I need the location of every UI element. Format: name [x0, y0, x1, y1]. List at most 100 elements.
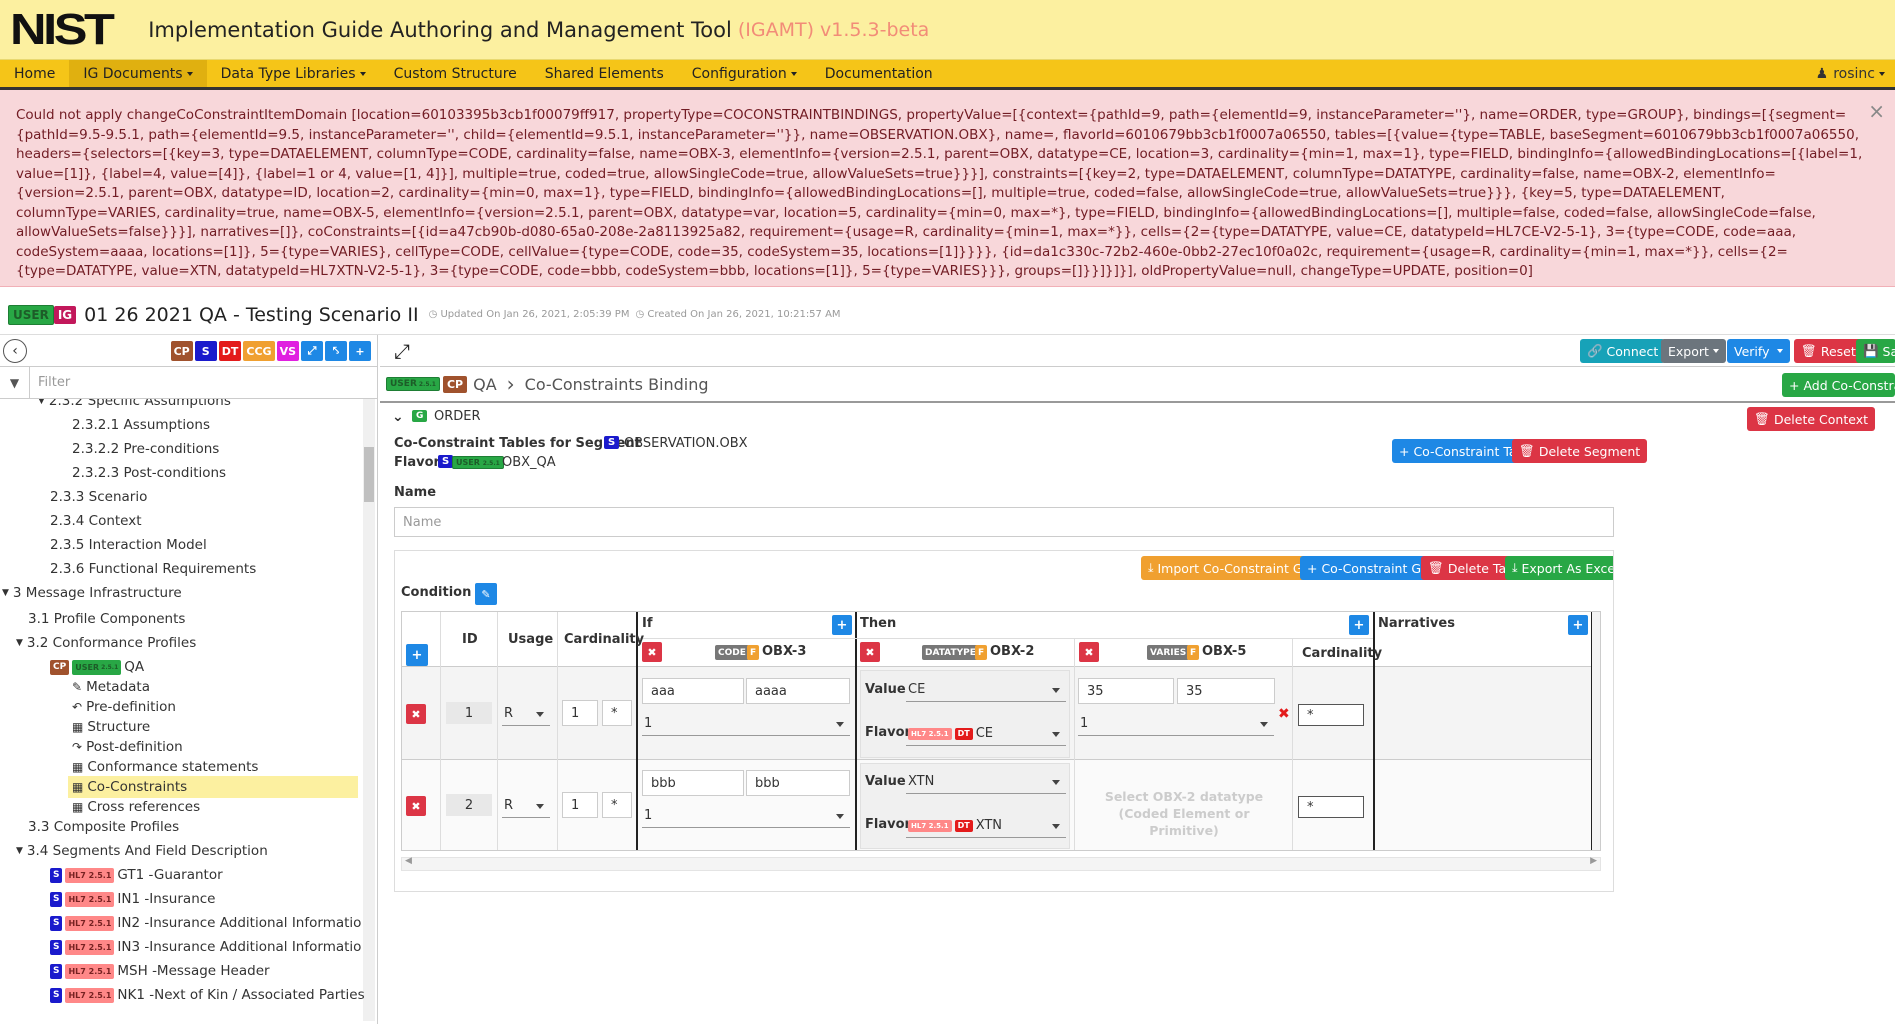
export-excel-button[interactable]: ⤓ Export As Excel [1505, 556, 1613, 580]
scrollbar-thumb[interactable] [364, 447, 374, 502]
tree-item[interactable]: ↷ Post-definition [72, 736, 183, 758]
breadcrumb-profile[interactable]: QA [473, 375, 497, 394]
tree-item[interactable]: S HL7 2.5.1 NK1 -Next of Kin / Associated … [50, 984, 365, 1006]
chevron-down-icon[interactable]: ⌄ [392, 409, 404, 425]
tree-item[interactable]: 2.3.3 Scenario [50, 486, 147, 508]
clear-icon[interactable]: ✖ [1278, 706, 1290, 722]
nav-configuration[interactable]: Configuration [678, 60, 811, 87]
remove-obx5-button[interactable]: ✖ [1079, 642, 1099, 662]
nav-custom-structure[interactable]: Custom Structure [380, 60, 531, 87]
tree-item[interactable]: 2.3.6 Functional Requirements [50, 558, 256, 580]
export-button[interactable]: Export [1661, 339, 1726, 363]
varies-system-input[interactable]: 35 [1177, 678, 1275, 704]
save-button[interactable]: 💾 Sav [1856, 339, 1895, 363]
usage-select[interactable]: R [502, 702, 550, 726]
user-menu[interactable]: ♟ rosinc [1816, 60, 1885, 87]
caret-down-icon[interactable]: ▼ [38, 399, 45, 406]
tree-item[interactable]: ▼ 3.2 Conformance Profiles [16, 632, 196, 654]
toggle-dt-button[interactable]: DT [218, 341, 242, 361]
delete-context-button[interactable]: 🗑 Delete Context [1747, 407, 1875, 431]
verify-button[interactable]: Verify [1727, 339, 1791, 363]
remove-obx2-button[interactable]: ✖ [860, 642, 880, 662]
code-system-input[interactable]: bbb [746, 770, 850, 796]
add-icon[interactable]: + [349, 341, 371, 361]
tree-item[interactable]: 3.1 Profile Components [28, 608, 185, 630]
expand-icon[interactable]: ⤢ [301, 341, 323, 361]
tree-item[interactable]: ▦ Conformance statements [72, 756, 258, 778]
nav-documentation[interactable]: Documentation [811, 60, 947, 87]
nav-shared-elements[interactable]: Shared Elements [531, 60, 678, 87]
edit-condition-button[interactable]: ✎ [475, 583, 497, 605]
tree-item[interactable]: ▼ 2.3.2 Specific Assumptions [38, 399, 231, 412]
delete-row-button[interactable]: ✖ [406, 704, 426, 724]
varies-code-input[interactable]: 35 [1078, 678, 1174, 704]
caret-down-icon[interactable]: ▼ [16, 638, 23, 648]
card-min-input[interactable]: 1 [562, 700, 598, 726]
tree-item[interactable]: S HL7 2.5.1 GT1 -Guarantor [50, 864, 223, 886]
code-input[interactable]: aaa [642, 678, 744, 704]
close-icon[interactable]: × [1868, 101, 1885, 122]
card-min-input[interactable]: 1 [562, 792, 598, 818]
tree-item[interactable]: S HL7 2.5.1 IN2 -Insurance Additional Info… [50, 912, 361, 934]
datatype-value-select[interactable]: CE [906, 678, 1066, 702]
remove-obx3-button[interactable]: ✖ [642, 642, 662, 662]
datatype-flavor-select[interactable]: HL7 2.5.1 DT CE [906, 722, 1066, 746]
varies-location-select[interactable]: 1 [1078, 712, 1274, 736]
collapse-icon[interactable]: ⤣ [325, 341, 347, 361]
tree-item[interactable]: S HL7 2.5.1 IN3 -Insurance Additional Info… [50, 936, 361, 958]
tree-scrollbar[interactable] [363, 399, 375, 1021]
toggle-vs-button[interactable]: VS [276, 341, 299, 361]
tree-item[interactable]: ▦ Co-Constraints [68, 776, 358, 798]
breadcrumb-page: Co-Constraints Binding [524, 374, 709, 394]
add-then-column-button[interactable]: + [1349, 615, 1369, 635]
add-row-button[interactable]: + [406, 644, 428, 666]
nav-ig-documents[interactable]: IG Documents [69, 60, 207, 87]
datatype-flavor-select[interactable]: HL7 2.5.1 DT XTN [906, 814, 1066, 838]
cardinality-input[interactable]: * [1298, 796, 1364, 818]
datatype-value-select[interactable]: XTN [906, 770, 1066, 794]
delete-row-button[interactable]: ✖ [406, 796, 426, 816]
filter-input[interactable]: Filter [30, 375, 70, 390]
reset-button[interactable]: 🗑 Reset [1794, 339, 1863, 363]
nav-home[interactable]: Home [0, 60, 69, 87]
caret-down-icon[interactable]: ▼ [16, 846, 23, 856]
cardinality-input[interactable]: * [1298, 704, 1364, 726]
tree-item[interactable]: ▦ Structure [72, 716, 150, 738]
code-system-input[interactable]: aaaa [746, 678, 850, 704]
toggle-cp-button[interactable]: CP [170, 341, 193, 361]
tree-item[interactable]: 2.3.2.1 Assumptions [72, 414, 210, 436]
horizontal-scrollbar[interactable]: ◀ ▶ [401, 856, 1601, 871]
toggle-s-button[interactable]: S [194, 341, 217, 361]
tree-item[interactable]: ▦ Cross references [72, 796, 200, 818]
tree-item[interactable]: 2.3.4 Context [50, 510, 142, 532]
tree-item[interactable]: 2.3.5 Interaction Model [50, 534, 207, 556]
tree-item[interactable]: S HL7 2.5.1 IN1 -Insurance [50, 888, 215, 910]
delete-segment-button[interactable]: 🗑 Delete Segment [1512, 439, 1648, 463]
add-cc-table-binding-button[interactable]: + Add Co-Constraint Table Bindin [1782, 373, 1895, 397]
tree-item[interactable]: 3.3 Composite Profiles [28, 816, 179, 838]
name-input[interactable]: Name [394, 507, 1614, 537]
add-narrative-column-button[interactable]: + [1568, 615, 1588, 635]
tree-item[interactable]: ▼ 3 Message Infrastructure [2, 582, 182, 604]
card-max-input[interactable]: * [602, 700, 632, 726]
fullscreen-icon[interactable]: ⤢ [394, 339, 410, 363]
location-select[interactable]: 1 [642, 804, 850, 828]
caret-down-icon[interactable]: ▼ [2, 588, 9, 598]
add-if-column-button[interactable]: + [832, 615, 852, 635]
nav-datatype-libraries[interactable]: Data Type Libraries [207, 60, 380, 87]
tree-item[interactable]: ✎ Metadata [72, 676, 150, 698]
card-max-input[interactable]: * [602, 792, 632, 818]
toggle-ccg-button[interactable]: CCG [243, 341, 275, 361]
tree-item[interactable]: CP USER 2.5.1 QA [50, 656, 144, 678]
connect-button[interactable]: 🔗 Connect [1580, 339, 1666, 363]
tree-item[interactable]: ▼ 3.4 Segments And Field Description [16, 840, 268, 862]
tree-item[interactable]: 2.3.2.3 Post-conditions [72, 462, 226, 484]
code-input[interactable]: bbb [642, 770, 744, 796]
location-select[interactable]: 1 [642, 712, 850, 736]
tree-item[interactable]: S HL7 2.5.1 MSH -Message Header [50, 960, 270, 982]
nist-logo[interactable]: NIST [10, 7, 115, 52]
collapse-sidebar-button[interactable]: ‹ [3, 338, 27, 363]
usage-select[interactable]: R [502, 794, 550, 818]
tree-item[interactable]: ↶ Pre-definition [72, 696, 176, 718]
tree-item[interactable]: 2.3.2.2 Pre-conditions [72, 438, 219, 460]
